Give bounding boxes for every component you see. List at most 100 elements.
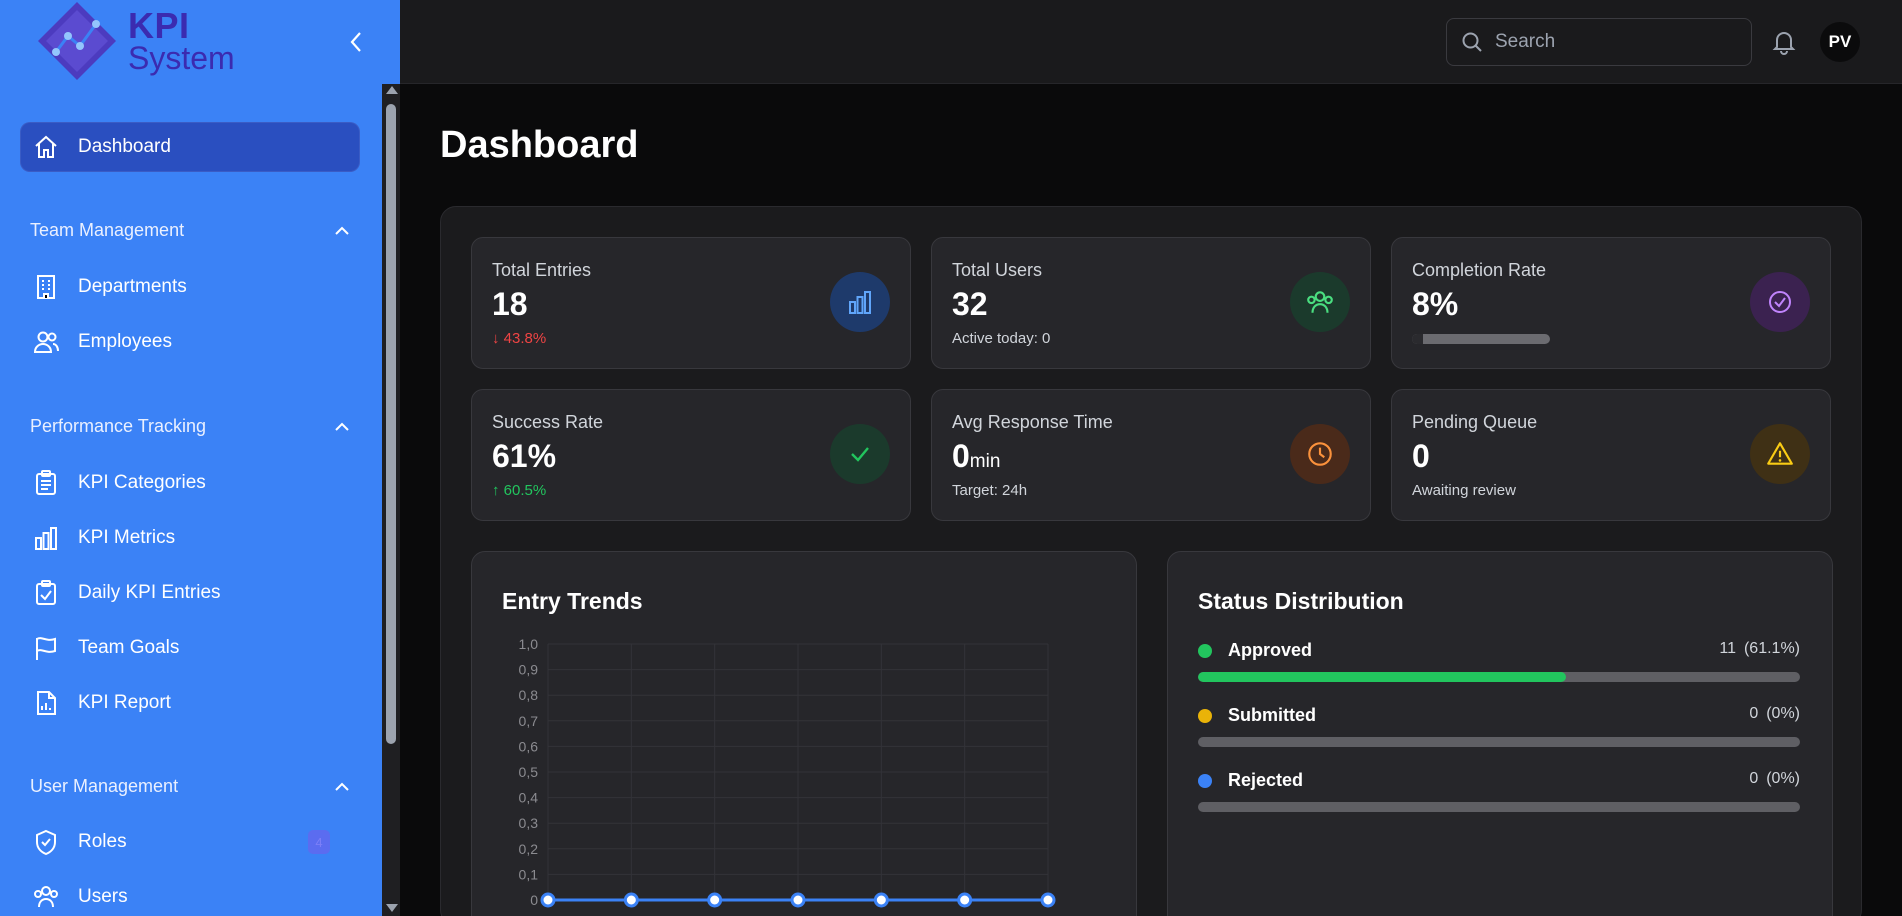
status-count: 0 — [1749, 770, 1759, 787]
nav-departments[interactable]: Departments — [20, 262, 360, 312]
search-box[interactable] — [1446, 18, 1752, 66]
clock-icon — [1308, 442, 1332, 466]
stat-trend: ↓ 43.8% — [492, 330, 546, 347]
stat-value: 8% — [1412, 286, 1459, 322]
stat-card-total-entries: Total Entries 18 ↓ 43.8% — [471, 237, 911, 369]
status-percent: (0%) — [1766, 705, 1800, 722]
flag-icon — [32, 634, 60, 662]
chevron-left-icon — [350, 32, 361, 52]
chevron-up-icon — [335, 782, 349, 791]
chevron-up-icon — [335, 422, 349, 431]
users-group-icon — [1307, 291, 1333, 313]
data-point — [957, 892, 973, 908]
file-chart-icon — [32, 689, 60, 717]
section-user-management[interactable]: User Management — [30, 776, 350, 797]
page-title: Dashboard — [440, 124, 639, 166]
stat-icon-container — [1750, 272, 1810, 332]
y-tick-label: 0,8 — [519, 687, 539, 703]
sidebar-content: KPI System Dashboard Team Management Dep… — [0, 0, 382, 916]
nav-employees[interactable]: Employees — [20, 317, 360, 367]
chevron-up-icon — [335, 226, 349, 235]
scroll-thumb[interactable] — [386, 104, 396, 744]
stat-label: Total Entries — [492, 260, 592, 280]
stat-card-total-users: Total Users 32 Active today: 0 — [931, 237, 1371, 369]
status-distribution-title: Status Distribution — [1198, 588, 1404, 614]
stat-icon-container — [830, 424, 890, 484]
users-icon — [32, 328, 60, 356]
status-count: 11 — [1719, 640, 1736, 657]
clipboard-check-icon — [32, 579, 60, 607]
y-tick-label: 0,1 — [519, 866, 539, 882]
nav-kpi-metrics[interactable]: KPI Metrics — [20, 513, 360, 563]
nav-daily-kpi-entries[interactable]: Daily KPI Entries — [20, 568, 360, 618]
user-avatar[interactable]: PV — [1820, 22, 1860, 62]
section-team-management[interactable]: Team Management — [30, 220, 350, 241]
nav-roles[interactable]: Roles 4 — [20, 817, 360, 867]
y-tick-label: 0,4 — [519, 790, 539, 806]
stat-value: 18 — [492, 286, 528, 322]
status-dot — [1198, 774, 1212, 788]
stat-trend: ↑ 60.5% — [492, 482, 546, 499]
y-tick-label: 0,2 — [519, 841, 539, 857]
nav-kpi-report[interactable]: KPI Report — [20, 678, 360, 728]
stat-value: 0min — [952, 438, 1000, 475]
nav-label: Daily KPI Entries — [78, 582, 221, 603]
nav-dashboard-label: Dashboard — [78, 136, 171, 157]
bell-icon — [1772, 32, 1796, 55]
status-bar — [1198, 737, 1800, 747]
scroll-down-arrow-icon[interactable] — [386, 904, 398, 912]
building-icon — [32, 273, 60, 301]
collapse-sidebar-button[interactable] — [342, 28, 370, 56]
shield-check-icon — [32, 828, 60, 856]
logo-line-1: KPI — [128, 5, 190, 46]
logo[interactable]: KPI System — [34, 0, 235, 82]
section-title: Team Management — [30, 220, 185, 240]
y-tick-label: 0,7 — [519, 713, 539, 729]
home-icon — [32, 133, 60, 161]
entry-trends-chart: 1,0 0,9 0,8 0,7 0,6 0,5 0,4 0,3 0,2 0,1 0 — [519, 636, 1056, 908]
stat-label: Pending Queue — [1412, 412, 1538, 432]
stat-value: 0 — [1412, 438, 1430, 474]
scroll-up-arrow-icon[interactable] — [386, 86, 398, 94]
data-point — [790, 892, 806, 908]
status-value: 0 (0%) — [1749, 770, 1800, 788]
nav-label: KPI Categories — [78, 472, 206, 493]
nav-label: Employees — [78, 331, 172, 352]
stat-icon-container — [830, 272, 890, 332]
stat-icon-container — [1290, 424, 1350, 484]
section-performance-tracking[interactable]: Performance Tracking — [30, 416, 350, 437]
stat-trend-value: 43.8% — [503, 330, 547, 347]
nav-label: Team Goals — [78, 637, 180, 658]
stat-label: Completion Rate — [1412, 260, 1547, 280]
topbar: PV — [400, 0, 1902, 84]
status-dot — [1198, 644, 1212, 658]
stat-label: Total Users — [952, 260, 1043, 280]
nav-label: KPI Report — [78, 692, 171, 713]
nav-team-goals[interactable]: Team Goals — [20, 623, 360, 673]
search-input[interactable] — [1495, 31, 1735, 53]
status-bar-fill — [1198, 672, 1566, 682]
nav-kpi-categories[interactable]: KPI Categories — [20, 458, 360, 508]
data-point — [707, 892, 723, 908]
check-icon — [851, 447, 869, 462]
nav-label: Roles — [78, 831, 127, 852]
data-point — [540, 892, 556, 908]
nav-label: Departments — [78, 276, 187, 297]
completion-progress-bar — [1412, 334, 1550, 344]
stat-value: 61% — [492, 438, 557, 474]
app-root: KPI System Dashboard Team Management Dep… — [0, 0, 1902, 916]
stat-subtext: Active today: 0 — [952, 330, 1051, 347]
stat-card-success-rate: Success Rate 61% ↑ 60.5% — [471, 389, 911, 521]
status-count: 0 — [1749, 705, 1759, 722]
sidebar-scrollbar[interactable] — [382, 84, 400, 916]
status-bar — [1198, 802, 1800, 812]
arrow-down-icon: ↓ — [492, 330, 500, 347]
status-distribution-card: Status Distribution Approved 11 (61.1%) S… — [1167, 551, 1833, 916]
nav-users[interactable]: Users — [20, 872, 360, 916]
nav-dashboard[interactable]: Dashboard — [20, 122, 360, 172]
stat-value-number: 0 — [952, 438, 970, 474]
dashboard-panel: Total Entries 18 ↓ 43.8% Total Users 32 … — [440, 206, 1862, 916]
notifications-button[interactable] — [1770, 28, 1798, 56]
stat-label: Avg Response Time — [952, 412, 1113, 432]
y-tick-label: 0,5 — [519, 764, 539, 780]
